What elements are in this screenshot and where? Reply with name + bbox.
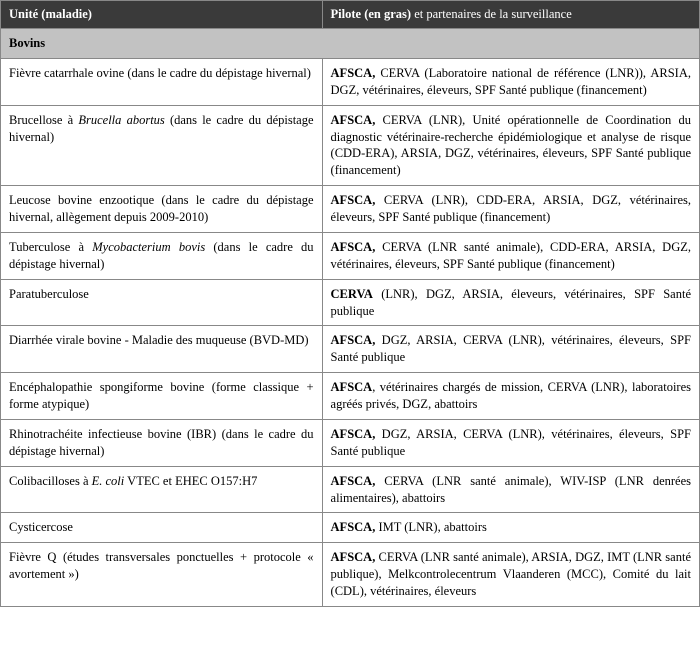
partners-cell: AFSCA, CERVA (LNR), Unité opérationnelle… bbox=[322, 105, 699, 186]
header-pilote: Pilote (en gras) et partenaires de la su… bbox=[322, 1, 699, 29]
pilote-name: AFSCA, bbox=[331, 550, 376, 564]
disease-text: Diarrhée virale bovine - Maladie des muq… bbox=[9, 333, 309, 347]
table-row: Cysticercose AFSCA, IMT (LNR), abattoirs bbox=[1, 513, 700, 543]
partners-cell: AFSCA, CERVA (LNR santé animale), WIV-IS… bbox=[322, 466, 699, 513]
table-row: Tuberculose à Mycobacterium bovis (dans … bbox=[1, 232, 700, 279]
pilote-name: AFSCA, bbox=[331, 66, 376, 80]
table-row: Fièvre catarrhale ovine (dans le cadre d… bbox=[1, 58, 700, 105]
disease-text: Paratuberculose bbox=[9, 287, 89, 301]
pilote-name: AFSCA, bbox=[331, 520, 376, 534]
disease-text: Cysticercose bbox=[9, 520, 73, 534]
partners-cell: AFSCA, DGZ, ARSIA, CERVA (LNR), vétérina… bbox=[322, 419, 699, 466]
disease-cell: Encéphalopathie spongiforme bovine (form… bbox=[1, 373, 323, 420]
table-row: Rhinotrachéite infectieuse bovine (IBR) … bbox=[1, 419, 700, 466]
partners-cell: AFSCA, CERVA (LNR), CDD-ERA, ARSIA, DGZ,… bbox=[322, 186, 699, 233]
disease-cell: Rhinotrachéite infectieuse bovine (IBR) … bbox=[1, 419, 323, 466]
table-row: Encéphalopathie spongiforme bovine (form… bbox=[1, 373, 700, 420]
partners-cell: AFSCA, CERVA (LNR santé animale), ARSIA,… bbox=[322, 543, 699, 607]
pilote-name: AFSCA bbox=[331, 380, 373, 394]
pilote-name: AFSCA, bbox=[331, 193, 376, 207]
partners-cell: AFSCA, vétérinaires chargés de mission, … bbox=[322, 373, 699, 420]
table-row: Fièvre Q (études transversales ponctuell… bbox=[1, 543, 700, 607]
disease-cell: Fièvre Q (études transversales ponctuell… bbox=[1, 543, 323, 607]
table-row: Brucellose à Brucella abortus (dans le c… bbox=[1, 105, 700, 186]
disease-cell: Diarrhée virale bovine - Maladie des muq… bbox=[1, 326, 323, 373]
table-header-row: Unité (maladie) Pilote (en gras) et part… bbox=[1, 1, 700, 29]
section-label: Bovins bbox=[1, 29, 700, 59]
table-row: Diarrhée virale bovine - Maladie des muq… bbox=[1, 326, 700, 373]
table-row: Leucose bovine enzootique (dans le cadre… bbox=[1, 186, 700, 233]
disease-text: Leucose bovine enzootique (dans le cadre… bbox=[9, 193, 314, 224]
partners-text: (LNR), DGZ, ARSIA, éleveurs, vétérinaire… bbox=[331, 287, 691, 318]
partners-cell: AFSCA, CERVA (LNR santé animale), CDD-ER… bbox=[322, 232, 699, 279]
partners-text: IMT (LNR), abattoirs bbox=[375, 520, 487, 534]
disease-text: Fièvre catarrhale ovine (dans le cadre d… bbox=[9, 66, 311, 80]
disease-text: Fièvre Q (études transversales ponctuell… bbox=[9, 550, 314, 581]
partners-cell: CERVA (LNR), DGZ, ARSIA, éleveurs, vétér… bbox=[322, 279, 699, 326]
disease-cell: Brucellose à Brucella abortus (dans le c… bbox=[1, 105, 323, 186]
disease-scientific-name: Mycobacterium bovis bbox=[92, 240, 205, 254]
header-pilote-bold: Pilote (en gras) bbox=[331, 7, 415, 21]
disease-cell: Fièvre catarrhale ovine (dans le cadre d… bbox=[1, 58, 323, 105]
section-bovins: Bovins bbox=[1, 29, 700, 59]
disease-text: Encéphalopathie spongiforme bovine (form… bbox=[9, 380, 314, 411]
partners-cell: AFSCA, DGZ, ARSIA, CERVA (LNR), vétérina… bbox=[322, 326, 699, 373]
partners-text: CERVA (LNR santé animale), CDD-ERA, ARSI… bbox=[331, 240, 691, 271]
disease-scientific-name: E. coli bbox=[92, 474, 125, 488]
disease-cell: Cysticercose bbox=[1, 513, 323, 543]
partners-cell: AFSCA, IMT (LNR), abattoirs bbox=[322, 513, 699, 543]
pilote-name: AFSCA, bbox=[331, 427, 376, 441]
pilote-name: AFSCA, bbox=[331, 474, 376, 488]
partners-text: DGZ, ARSIA, CERVA (LNR), vétérinaires, é… bbox=[331, 427, 691, 458]
disease-cell: Tuberculose à Mycobacterium bovis (dans … bbox=[1, 232, 323, 279]
partners-text: CERVA (Laboratoire national de référence… bbox=[331, 66, 691, 97]
partners-text: DGZ, ARSIA, CERVA (LNR), vétérinaires, é… bbox=[331, 333, 691, 364]
pilote-name: AFSCA, bbox=[331, 113, 376, 127]
disease-text: Tuberculose à bbox=[9, 240, 92, 254]
partners-text: CERVA (LNR santé animale), WIV-ISP (LNR … bbox=[331, 474, 691, 505]
surveillance-table: Unité (maladie) Pilote (en gras) et part… bbox=[0, 0, 700, 607]
disease-cell: Leucose bovine enzootique (dans le cadre… bbox=[1, 186, 323, 233]
partners-text: CERVA (LNR), Unité opérationnelle de Coo… bbox=[331, 113, 691, 178]
disease-text: Rhinotrachéite infectieuse bovine (IBR) … bbox=[9, 427, 314, 458]
header-pilote-rest: et partenaires de la surveillance bbox=[414, 7, 572, 21]
pilote-name: AFSCA, bbox=[331, 333, 376, 347]
table-row: Colibacilloses à E. coli VTEC et EHEC O1… bbox=[1, 466, 700, 513]
disease-cell: Paratuberculose bbox=[1, 279, 323, 326]
partners-text: CERVA (LNR), CDD-ERA, ARSIA, DGZ, vétéri… bbox=[331, 193, 691, 224]
disease-text: Colibacilloses à bbox=[9, 474, 92, 488]
table-row: Paratuberculose CERVA (LNR), DGZ, ARSIA, … bbox=[1, 279, 700, 326]
disease-text-post: VTEC et EHEC O157:H7 bbox=[124, 474, 257, 488]
partners-text: , vétérinaires chargés de mission, CERVA… bbox=[331, 380, 691, 411]
disease-cell: Colibacilloses à E. coli VTEC et EHEC O1… bbox=[1, 466, 323, 513]
partners-text: CERVA (LNR santé animale), ARSIA, DGZ, I… bbox=[331, 550, 691, 598]
pilote-name: AFSCA, bbox=[331, 240, 376, 254]
pilote-name: CERVA bbox=[331, 287, 373, 301]
partners-cell: AFSCA, CERVA (Laboratoire national de ré… bbox=[322, 58, 699, 105]
disease-scientific-name: Brucella abortus bbox=[78, 113, 164, 127]
disease-text: Brucellose à bbox=[9, 113, 78, 127]
header-unit: Unité (maladie) bbox=[1, 1, 323, 29]
